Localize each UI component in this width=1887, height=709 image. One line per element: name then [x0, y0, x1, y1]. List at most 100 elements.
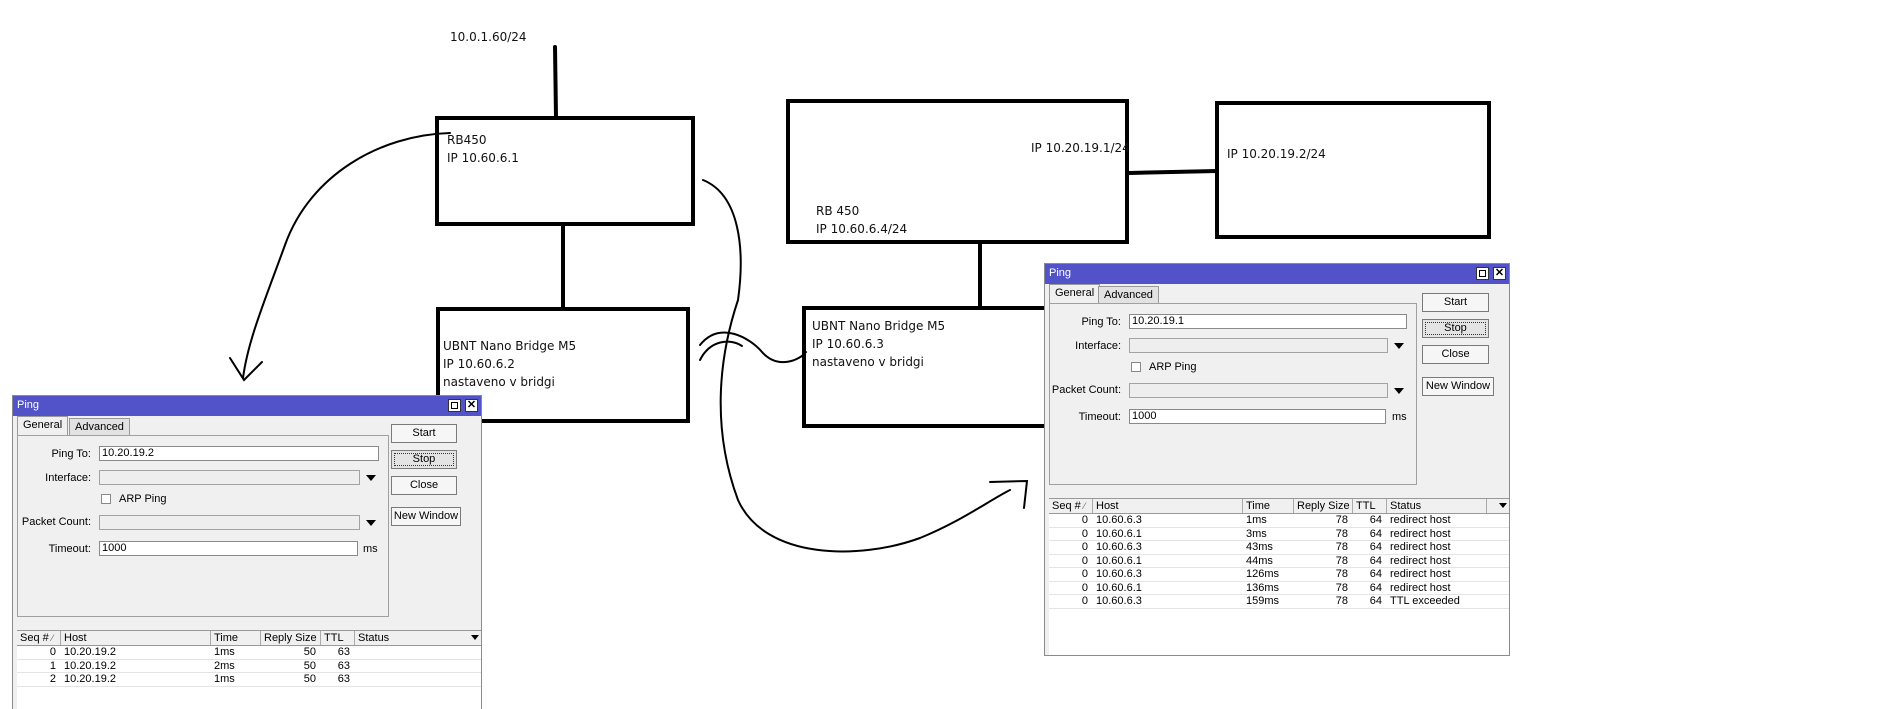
cell-status: redirect host	[1390, 541, 1451, 553]
close-button[interactable]: Close	[391, 476, 457, 495]
column-label: Seq #	[1052, 500, 1081, 512]
rb450-right-name: RB 450	[816, 204, 860, 218]
table-row[interactable]: 0 10.60.6.3 1ms 78 64 redirect host	[1049, 514, 1509, 528]
rb450-right-ip: IP 10.60.6.4/24	[816, 222, 908, 236]
cell-host: 10.60.6.3	[1096, 568, 1142, 580]
arp-ping-label: ARP Ping	[1149, 361, 1197, 373]
chevron-down-icon[interactable]	[1394, 343, 1404, 349]
cell-host: 10.20.19.2	[64, 659, 116, 672]
column-label: Seq #	[20, 632, 49, 644]
tab-advanced[interactable]: Advanced	[1098, 286, 1159, 303]
cell-time: 159ms	[1246, 595, 1280, 607]
cell-time: 1ms	[214, 673, 235, 685]
close-icon[interactable]: ✕	[465, 399, 478, 412]
ping-window-left: Ping ✕ General Advanced Ping To: 10.20.1…	[12, 395, 482, 709]
chevron-down-icon[interactable]	[471, 635, 479, 640]
arp-ping-checkbox[interactable]	[1131, 362, 1141, 372]
cell-time: 136ms	[1246, 581, 1280, 594]
timeout-unit: ms	[363, 543, 378, 555]
stop-button[interactable]: Stop	[1422, 319, 1489, 338]
table-row[interactable]: 0 10.60.6.3 159ms 78 64 TTL exceeded	[1049, 595, 1509, 609]
cell-seq: 0	[49, 646, 56, 658]
remote-box	[1215, 101, 1491, 239]
column-header-seq[interactable]: Seq # ⁄	[1049, 499, 1093, 513]
cell-time: 1ms	[214, 646, 235, 658]
new-window-button[interactable]: New Window	[1422, 377, 1494, 396]
cell-ttl: 63	[337, 673, 350, 685]
start-button[interactable]: Start	[1422, 293, 1489, 312]
tab-general[interactable]: General	[1049, 284, 1101, 303]
table-row[interactable]: 0 10.60.6.3 43ms 78 64 redirect host	[1049, 541, 1509, 555]
ping-right-titlebar[interactable]: Ping ✕	[1045, 264, 1509, 284]
column-header-time[interactable]: Time	[1243, 499, 1294, 513]
chevron-down-icon[interactable]	[1499, 503, 1507, 508]
interface-select[interactable]	[1129, 338, 1388, 353]
start-button[interactable]: Start	[391, 424, 457, 443]
timeout-label: Timeout:	[1078, 411, 1121, 423]
column-header-ttl[interactable]: TTL	[1353, 499, 1387, 513]
cell-seq: 0	[1081, 554, 1088, 567]
timeout-field[interactable]: 1000	[1129, 409, 1386, 424]
cell-seq: 0	[1081, 568, 1088, 580]
sort-icon: ⁄	[1083, 501, 1086, 511]
cell-status: TTL exceeded	[1390, 595, 1460, 607]
table-row[interactable]: 0 10.60.6.1 136ms 78 64 redirect host	[1049, 581, 1509, 595]
results-rows: 0 10.20.19.2 1ms 50 63 1 10.20.19.2 2ms 50 63 2 10.…	[17, 646, 481, 687]
cell-time: 2ms	[214, 659, 235, 672]
column-header-status[interactable]: Status	[1387, 499, 1487, 513]
arrow-head-right	[989, 479, 1029, 509]
table-row[interactable]: 2 10.20.19.2 1ms 50 63	[17, 673, 481, 687]
column-header-status[interactable]: Status	[355, 631, 481, 645]
stop-button[interactable]: Stop	[391, 450, 457, 469]
packet-count-field[interactable]	[1129, 383, 1388, 398]
tab-advanced[interactable]: Advanced	[69, 418, 130, 435]
maximize-icon[interactable]	[1476, 267, 1489, 280]
interface-select[interactable]	[99, 470, 360, 485]
tab-general[interactable]: General	[17, 416, 69, 435]
close-icon[interactable]: ✕	[1493, 267, 1506, 280]
table-row[interactable]: 1 10.20.19.2 2ms 50 63	[17, 659, 481, 673]
table-header: Seq # ⁄ Host Time Reply Size TTL Status	[17, 631, 481, 646]
cell-time: 44ms	[1246, 554, 1273, 567]
general-panel: Ping To: 10.20.19.1 Interface: ARP Ping …	[1049, 303, 1417, 485]
cell-status: redirect host	[1390, 554, 1451, 567]
ping-window-right: Ping ✕ General Advanced Ping To: 10.20.1…	[1044, 263, 1510, 656]
maximize-icon[interactable]	[448, 399, 461, 412]
chevron-down-icon[interactable]	[1394, 388, 1404, 394]
column-header-host[interactable]: Host	[61, 631, 211, 645]
arp-ping-checkbox[interactable]	[101, 494, 111, 504]
column-header-seq[interactable]: Seq # ⁄	[17, 631, 61, 645]
cell-host: 10.20.19.2	[64, 673, 116, 685]
packet-count-label: Packet Count:	[1051, 384, 1121, 396]
column-header-host[interactable]: Host	[1093, 499, 1243, 513]
general-panel: Ping To: 10.20.19.2 Interface: ARP Ping …	[17, 435, 389, 617]
chevron-down-icon[interactable]	[366, 520, 376, 526]
interface-label: Interface:	[45, 472, 91, 484]
table-row[interactable]: 0 10.60.6.3 126ms 78 64 redirect host	[1049, 568, 1509, 582]
ping-to-field[interactable]: 10.20.19.2	[99, 446, 379, 461]
cell-host: 10.60.6.3	[1096, 514, 1142, 526]
cell-reply-size: 78	[1335, 554, 1348, 567]
cell-ttl: 63	[337, 659, 350, 672]
column-header-reply-size[interactable]: Reply Size	[261, 631, 321, 645]
column-header-time[interactable]: Time	[211, 631, 261, 645]
column-header-ttl[interactable]: TTL	[321, 631, 355, 645]
table-row[interactable]: 0 10.60.6.1 3ms 78 64 redirect host	[1049, 527, 1509, 541]
rb450-right-wan-ip: IP 10.20.19.1/24	[1031, 141, 1130, 155]
table-row[interactable]: 0 10.20.19.2 1ms 50 63	[17, 646, 481, 660]
new-window-button[interactable]: New Window	[391, 507, 461, 526]
cell-time: 3ms	[1246, 527, 1267, 540]
ping-left-titlebar[interactable]: Ping ✕	[13, 396, 481, 416]
ping-to-field[interactable]: 10.20.19.1	[1129, 314, 1407, 329]
close-button[interactable]: Close	[1422, 345, 1489, 364]
nano-right-note: nastaveno v bridgi	[812, 355, 924, 369]
interface-label: Interface:	[1075, 340, 1121, 352]
cell-host: 10.60.6.1	[1096, 554, 1142, 567]
table-row[interactable]: 0 10.60.6.1 44ms 78 64 redirect host	[1049, 554, 1509, 568]
cell-time: 43ms	[1246, 541, 1273, 553]
chevron-down-icon[interactable]	[366, 475, 376, 481]
packet-count-field[interactable]	[99, 515, 360, 530]
timeout-field[interactable]: 1000	[99, 541, 358, 556]
cell-status	[355, 646, 481, 658]
column-header-reply-size[interactable]: Reply Size	[1294, 499, 1353, 513]
